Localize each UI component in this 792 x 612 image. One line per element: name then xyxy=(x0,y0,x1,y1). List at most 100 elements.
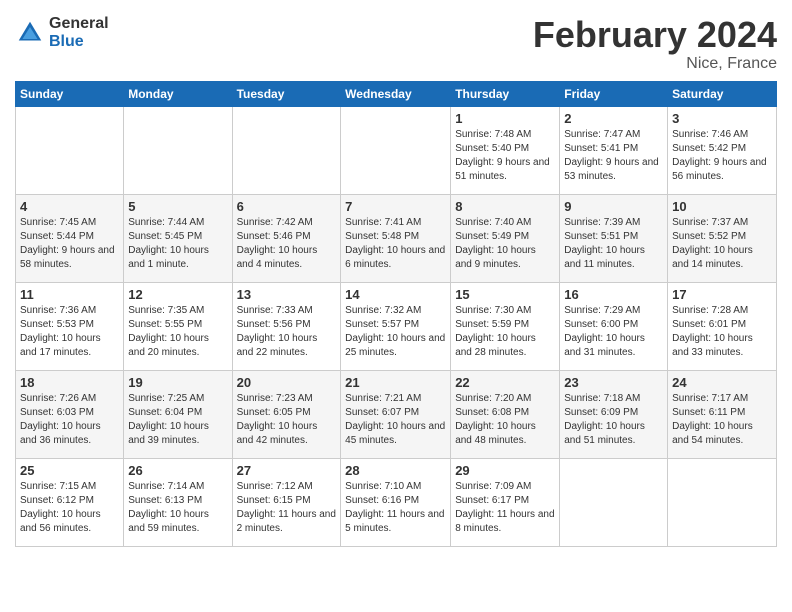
day-info: Sunrise: 7:46 AM Sunset: 5:42 PM Dayligh… xyxy=(672,128,772,184)
calendar-cell: 8Sunrise: 7:40 AM Sunset: 5:49 PM Daylig… xyxy=(451,194,560,282)
day-info: Sunrise: 7:33 AM Sunset: 5:56 PM Dayligh… xyxy=(237,304,337,360)
calendar-cell: 24Sunrise: 7:17 AM Sunset: 6:11 PM Dayli… xyxy=(668,370,777,458)
location: Nice, France xyxy=(533,55,777,73)
day-number: 6 xyxy=(237,199,337,214)
calendar-cell: 10 Sunrise: 7:37 AM Sunset: 5:52 PM Dayli… xyxy=(668,194,777,282)
month-title: February 2024 xyxy=(533,15,777,55)
day-number: 12 xyxy=(128,287,227,302)
day-number: 26 xyxy=(128,463,227,478)
day-info: Sunrise: 7:44 AM Sunset: 5:45 PM Dayligh… xyxy=(128,216,227,272)
day-number: 15 xyxy=(455,287,555,302)
day-number: 10 xyxy=(672,199,772,214)
day-number: 7 xyxy=(345,199,446,214)
calendar-cell: 28 Sunrise: 7:10 AM Sunset: 6:16 PM Dayli… xyxy=(341,458,451,546)
day-number: 13 xyxy=(237,287,337,302)
calendar-week-row: 4 Sunrise: 7:45 AM Sunset: 5:44 PM Daylig… xyxy=(16,194,777,282)
page: General Blue February 2024 Nice, France … xyxy=(0,0,792,612)
day-number: 21 xyxy=(345,375,446,390)
day-info: Sunrise: 7:12 AM Sunset: 6:15 PM Dayligh… xyxy=(237,480,337,536)
calendar-cell xyxy=(341,106,451,194)
calendar-cell: 26 Sunrise: 7:14 AM Sunset: 6:13 PM Dayli… xyxy=(124,458,232,546)
calendar-week-row: 11 Sunrise: 7:36 AM Sunset: 5:53 PM Dayli… xyxy=(16,282,777,370)
calendar-header-row: SundayMondayTuesdayWednesdayThursdayFrid… xyxy=(16,81,777,106)
day-info: Sunrise: 7:36 AM Sunset: 5:53 PM Dayligh… xyxy=(20,304,119,360)
day-info: Sunrise: 7:39 AM Sunset: 5:51 PM Dayligh… xyxy=(564,216,663,272)
calendar-cell: 15 Sunrise: 7:30 AM Sunset: 5:59 PM Dayli… xyxy=(451,282,560,370)
day-number: 20 xyxy=(237,375,337,390)
calendar-cell: 27Sunrise: 7:12 AM Sunset: 6:15 PM Dayli… xyxy=(232,458,341,546)
day-info: Sunrise: 7:09 AM Sunset: 6:17 PM Dayligh… xyxy=(455,480,555,536)
logo-general-text: General xyxy=(49,15,109,33)
calendar-cell: 16 Sunrise: 7:29 AM Sunset: 6:00 PM Dayli… xyxy=(560,282,668,370)
day-info: Sunrise: 7:32 AM Sunset: 5:57 PM Dayligh… xyxy=(345,304,446,360)
logo-icon xyxy=(15,18,45,48)
day-number: 19 xyxy=(128,375,227,390)
header: General Blue February 2024 Nice, France xyxy=(15,15,777,73)
day-number: 1 xyxy=(455,111,555,126)
calendar-cell: 7 Sunrise: 7:41 AM Sunset: 5:48 PM Daylig… xyxy=(341,194,451,282)
day-number: 28 xyxy=(345,463,446,478)
day-info: Sunrise: 7:35 AM Sunset: 5:55 PM Dayligh… xyxy=(128,304,227,360)
day-number: 2 xyxy=(564,111,663,126)
calendar-cell: 3Sunrise: 7:46 AM Sunset: 5:42 PM Daylig… xyxy=(668,106,777,194)
calendar-week-row: 25 Sunrise: 7:15 AM Sunset: 6:12 PM Dayli… xyxy=(16,458,777,546)
day-number: 25 xyxy=(20,463,119,478)
day-number: 4 xyxy=(20,199,119,214)
calendar-header-monday: Monday xyxy=(124,81,232,106)
day-info: Sunrise: 7:29 AM Sunset: 6:00 PM Dayligh… xyxy=(564,304,663,360)
day-info: Sunrise: 7:14 AM Sunset: 6:13 PM Dayligh… xyxy=(128,480,227,536)
calendar-cell: 14 Sunrise: 7:32 AM Sunset: 5:57 PM Dayli… xyxy=(341,282,451,370)
calendar-cell: 13 Sunrise: 7:33 AM Sunset: 5:56 PM Dayli… xyxy=(232,282,341,370)
day-info: Sunrise: 7:23 AM Sunset: 6:05 PM Dayligh… xyxy=(237,392,337,448)
calendar-cell: 25 Sunrise: 7:15 AM Sunset: 6:12 PM Dayli… xyxy=(16,458,124,546)
day-number: 5 xyxy=(128,199,227,214)
day-number: 22 xyxy=(455,375,555,390)
day-number: 16 xyxy=(564,287,663,302)
calendar-cell: 12 Sunrise: 7:35 AM Sunset: 5:55 PM Dayli… xyxy=(124,282,232,370)
calendar-week-row: 18Sunrise: 7:26 AM Sunset: 6:03 PM Dayli… xyxy=(16,370,777,458)
calendar-cell: 5 Sunrise: 7:44 AM Sunset: 5:45 PM Daylig… xyxy=(124,194,232,282)
day-number: 9 xyxy=(564,199,663,214)
day-number: 24 xyxy=(672,375,772,390)
day-info: Sunrise: 7:25 AM Sunset: 6:04 PM Dayligh… xyxy=(128,392,227,448)
day-info: Sunrise: 7:10 AM Sunset: 6:16 PM Dayligh… xyxy=(345,480,446,536)
day-number: 18 xyxy=(20,375,119,390)
day-number: 17 xyxy=(672,287,772,302)
calendar-cell xyxy=(16,106,124,194)
calendar-cell xyxy=(560,458,668,546)
calendar-cell: 21 Sunrise: 7:21 AM Sunset: 6:07 PM Dayli… xyxy=(341,370,451,458)
day-number: 11 xyxy=(20,287,119,302)
calendar-cell xyxy=(232,106,341,194)
logo-blue-text: Blue xyxy=(49,33,109,51)
day-info: Sunrise: 7:20 AM Sunset: 6:08 PM Dayligh… xyxy=(455,392,555,448)
calendar-header-thursday: Thursday xyxy=(451,81,560,106)
day-info: Sunrise: 7:37 AM Sunset: 5:52 PM Dayligh… xyxy=(672,216,772,272)
calendar-header-sunday: Sunday xyxy=(16,81,124,106)
day-info: Sunrise: 7:15 AM Sunset: 6:12 PM Dayligh… xyxy=(20,480,119,536)
day-number: 8 xyxy=(455,199,555,214)
day-number: 14 xyxy=(345,287,446,302)
day-info: Sunrise: 7:41 AM Sunset: 5:48 PM Dayligh… xyxy=(345,216,446,272)
calendar-header-tuesday: Tuesday xyxy=(232,81,341,106)
logo-text: General Blue xyxy=(49,15,109,50)
calendar-cell: 17Sunrise: 7:28 AM Sunset: 6:01 PM Dayli… xyxy=(668,282,777,370)
day-info: Sunrise: 7:30 AM Sunset: 5:59 PM Dayligh… xyxy=(455,304,555,360)
calendar-header-wednesday: Wednesday xyxy=(341,81,451,106)
calendar-cell: 1Sunrise: 7:48 AM Sunset: 5:40 PM Daylig… xyxy=(451,106,560,194)
day-info: Sunrise: 7:45 AM Sunset: 5:44 PM Dayligh… xyxy=(20,216,119,272)
calendar-cell: 4 Sunrise: 7:45 AM Sunset: 5:44 PM Daylig… xyxy=(16,194,124,282)
calendar-cell: 29 Sunrise: 7:09 AM Sunset: 6:17 PM Dayli… xyxy=(451,458,560,546)
calendar-cell: 2Sunrise: 7:47 AM Sunset: 5:41 PM Daylig… xyxy=(560,106,668,194)
calendar-cell: 23Sunrise: 7:18 AM Sunset: 6:09 PM Dayli… xyxy=(560,370,668,458)
calendar-cell: 20 Sunrise: 7:23 AM Sunset: 6:05 PM Dayli… xyxy=(232,370,341,458)
day-info: Sunrise: 7:42 AM Sunset: 5:46 PM Dayligh… xyxy=(237,216,337,272)
day-number: 29 xyxy=(455,463,555,478)
calendar-cell xyxy=(668,458,777,546)
calendar-cell: 19 Sunrise: 7:25 AM Sunset: 6:04 PM Dayli… xyxy=(124,370,232,458)
calendar-week-row: 1Sunrise: 7:48 AM Sunset: 5:40 PM Daylig… xyxy=(16,106,777,194)
day-info: Sunrise: 7:21 AM Sunset: 6:07 PM Dayligh… xyxy=(345,392,446,448)
calendar-header-friday: Friday xyxy=(560,81,668,106)
calendar-cell: 9 Sunrise: 7:39 AM Sunset: 5:51 PM Daylig… xyxy=(560,194,668,282)
calendar-cell: 6 Sunrise: 7:42 AM Sunset: 5:46 PM Daylig… xyxy=(232,194,341,282)
calendar-header-saturday: Saturday xyxy=(668,81,777,106)
